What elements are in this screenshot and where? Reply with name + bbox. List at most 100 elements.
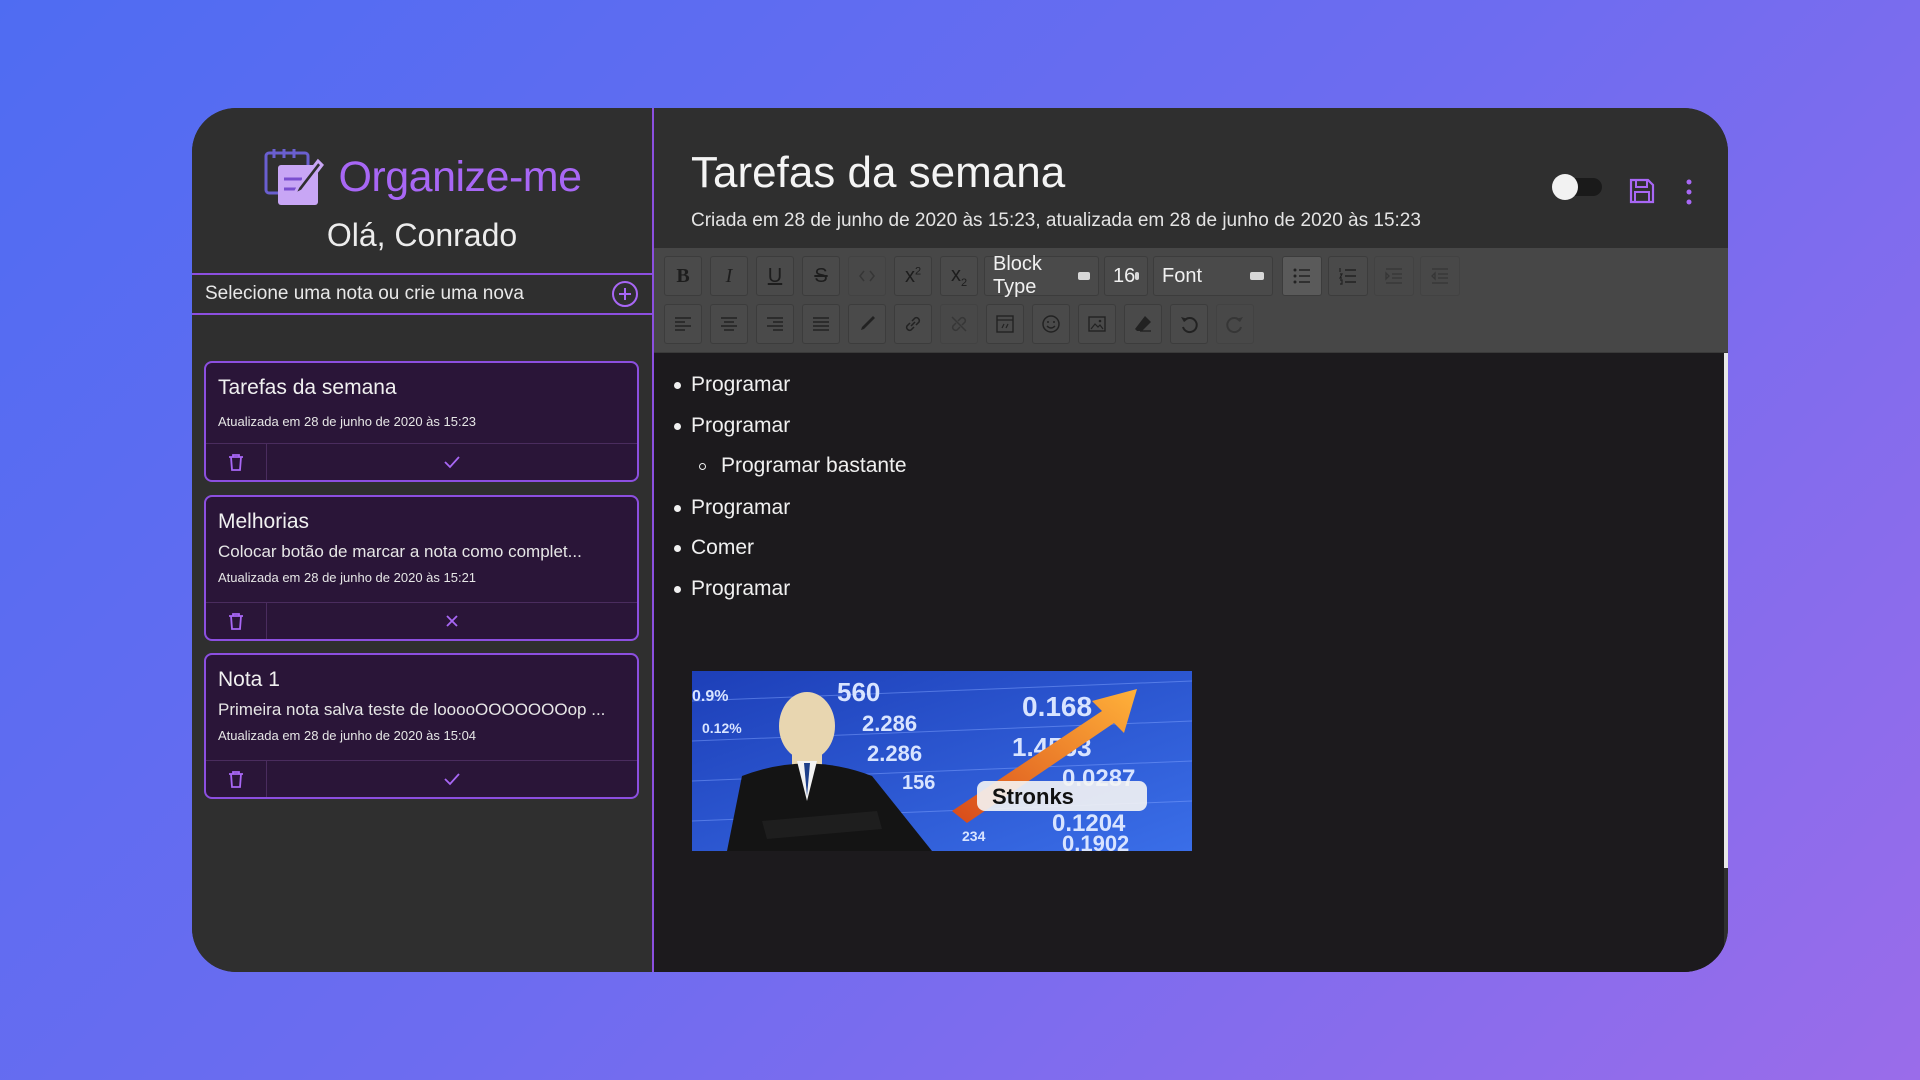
complete-toggle[interactable] <box>1552 174 1602 200</box>
list-item: Programar <box>691 496 791 519</box>
note-title: Tarefas da semana <box>218 376 397 399</box>
note-preview: Primeira nota salva teste de looooOOOOOO… <box>218 700 606 719</box>
note-updated: Atualizada em 28 de junho de 2020 às 15:… <box>218 414 477 429</box>
eyedropper-icon <box>861 316 875 330</box>
brand: Organize-me <box>192 108 652 211</box>
image-icon <box>1088 316 1106 332</box>
app-name: Organize-me <box>338 152 582 201</box>
align-right-button[interactable] <box>756 304 794 344</box>
ordered-list-button[interactable] <box>1328 256 1368 296</box>
align-center-icon <box>721 317 737 331</box>
undo-icon <box>1181 317 1198 334</box>
meme-number: 560 <box>837 677 880 707</box>
clear-format-button[interactable] <box>1124 304 1162 344</box>
editor-header: Tarefas da semana Criada em 28 de junho … <box>654 108 1728 248</box>
add-note-icon[interactable] <box>611 280 639 308</box>
meme-number: 234 <box>962 828 986 844</box>
link-button[interactable] <box>894 304 932 344</box>
notepad-icon <box>264 149 325 205</box>
font-family-label: Font <box>1162 264 1203 287</box>
meme-caption: Stronks <box>992 784 1074 809</box>
toggle-knob <box>1552 174 1578 200</box>
meme-number: 0.9% <box>692 688 728 705</box>
note-title: Melhorias <box>218 510 310 533</box>
note-meta: Criada em 28 de junho de 2020 às 15:23, … <box>691 210 1421 231</box>
delete-button[interactable] <box>206 603 267 639</box>
justify-button[interactable] <box>802 304 840 344</box>
note-actions <box>206 443 637 480</box>
check-icon <box>444 456 460 469</box>
unlink-button[interactable] <box>940 304 978 344</box>
note-updated: Atualizada em 28 de junho de 2020 às 15:… <box>218 728 477 743</box>
link-icon <box>905 316 921 332</box>
indent-button[interactable] <box>1374 256 1414 296</box>
meme-number: 0.168 <box>1022 691 1092 722</box>
trash-icon <box>229 613 243 630</box>
app-window: Organize-me Olá, Conrado Selecione uma n… <box>192 108 1728 972</box>
underline-button[interactable]: U <box>756 256 794 296</box>
unlink-icon <box>951 316 967 332</box>
note-title-heading[interactable]: Tarefas da semana <box>691 148 1065 198</box>
align-left-button[interactable] <box>664 304 702 344</box>
bullet <box>674 545 681 552</box>
meme-number: 0.1902 <box>1062 831 1129 851</box>
note-card[interactable]: Nota 1 Primeira nota salva teste de looo… <box>204 653 639 799</box>
x-icon <box>446 615 458 627</box>
smiley-icon <box>1042 315 1060 333</box>
unordered-list-button[interactable] <box>1282 256 1322 296</box>
outdent-icon <box>1431 268 1448 284</box>
numbered-list-icon <box>1339 268 1356 285</box>
align-right-icon <box>767 317 783 331</box>
italic-button[interactable]: I <box>710 256 748 296</box>
delete-button[interactable] <box>206 444 267 480</box>
subscript-button[interactable]: x2 <box>940 256 978 296</box>
save-icon[interactable] <box>1627 176 1657 206</box>
image-button[interactable] <box>1078 304 1116 344</box>
block-type-select[interactable]: Block Type <box>984 253 1099 298</box>
align-left-icon <box>675 317 691 331</box>
strikethrough-button[interactable]: S <box>802 256 840 296</box>
note-preview: Colocar botão de marcar a nota como comp… <box>218 542 582 561</box>
undo-button[interactable] <box>1170 304 1208 344</box>
delete-button[interactable] <box>206 761 267 797</box>
color-picker-button[interactable] <box>848 304 886 344</box>
list-item: Programar <box>691 414 791 437</box>
editor-toolbar: B I U S x2 x2 Block Type 16 Font <box>654 248 1728 353</box>
block-type-label: Block Type <box>993 253 1042 298</box>
meme-number: 0.12% <box>702 720 742 736</box>
bold-button[interactable]: B <box>664 256 702 296</box>
toggle-complete-button[interactable] <box>267 603 637 639</box>
bullet <box>674 423 681 430</box>
superscript-button[interactable]: x2 <box>894 256 932 296</box>
list-item: Comer <box>691 536 755 559</box>
emoji-button[interactable] <box>1032 304 1070 344</box>
font-family-select[interactable]: Font <box>1153 256 1273 296</box>
embed-button[interactable] <box>986 304 1024 344</box>
code-icon <box>859 270 875 282</box>
caret-icon <box>1250 272 1264 280</box>
code-button[interactable] <box>848 256 886 296</box>
scrollbar[interactable] <box>1724 353 1728 868</box>
stonks-meme-image[interactable]: 560 0.168 1.4563 0.0287 0.1204 0.1902 2.… <box>692 671 1192 851</box>
list-item: Programar <box>691 373 791 396</box>
note-card[interactable]: Tarefas da semana Atualizada em 28 de ju… <box>204 361 639 482</box>
notes-prompt: Selecione uma nota ou crie uma nova <box>205 283 524 304</box>
font-size-select[interactable]: 16 <box>1104 256 1148 296</box>
outdent-button[interactable] <box>1420 256 1460 296</box>
eraser-icon <box>1135 316 1151 332</box>
notes-header: Selecione uma nota ou crie uma nova <box>192 273 652 315</box>
note-actions <box>206 602 637 639</box>
trash-icon <box>229 454 243 471</box>
align-center-button[interactable] <box>710 304 748 344</box>
toggle-complete-button[interactable] <box>267 444 637 480</box>
note-card[interactable]: Melhorias Colocar botão de marcar a nota… <box>204 495 639 641</box>
note-content[interactable]: Programar Programar Programar bastante P… <box>654 353 1724 972</box>
sidebar: Organize-me Olá, Conrado Selecione uma n… <box>192 108 654 972</box>
check-icon <box>444 773 460 786</box>
meme-number: 2.286 <box>862 711 917 736</box>
redo-button[interactable] <box>1216 304 1254 344</box>
list-item: Programar <box>691 577 791 600</box>
redo-icon <box>1226 317 1243 334</box>
toggle-complete-button[interactable] <box>267 761 637 797</box>
more-options-icon[interactable] <box>1684 178 1694 206</box>
